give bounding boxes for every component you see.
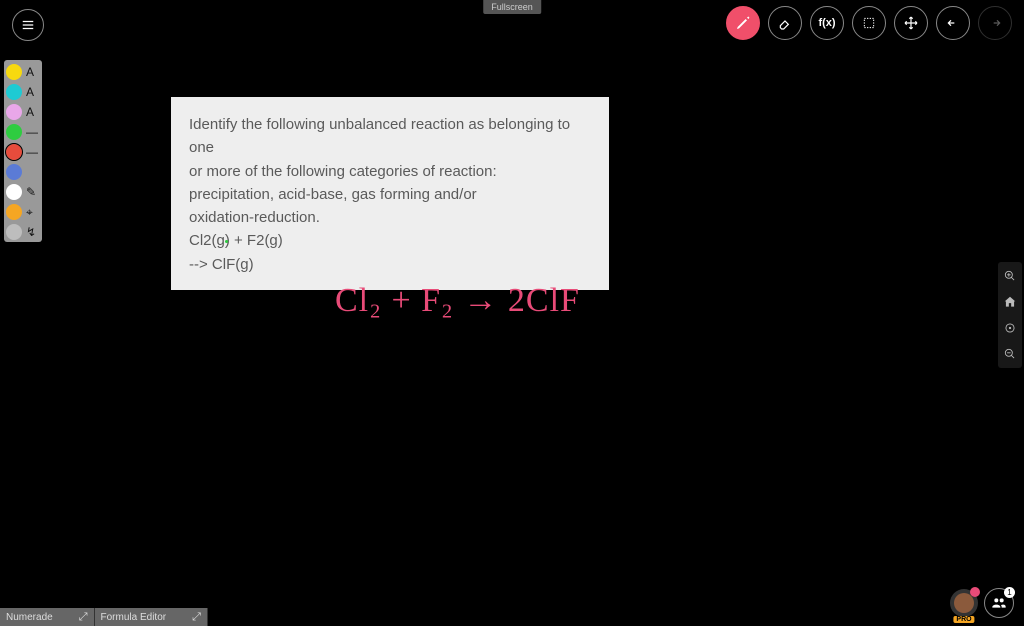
select-tool[interactable] xyxy=(852,6,886,40)
eraser-icon xyxy=(777,15,793,31)
function-tool[interactable]: f(x) xyxy=(810,6,844,40)
palette-label: ↯ xyxy=(26,226,36,238)
expand-icon: ⤢ xyxy=(192,611,201,624)
home-button[interactable] xyxy=(1000,292,1020,312)
pro-badge: PRO xyxy=(953,616,974,623)
target-icon xyxy=(1003,321,1017,335)
question-line: Identify the following unbalanced reacti… xyxy=(189,113,591,160)
color-swatch xyxy=(6,204,22,220)
palette-color-2[interactable]: A xyxy=(4,102,42,122)
undo-button[interactable] xyxy=(936,6,970,40)
palette-label: A xyxy=(26,106,34,118)
zoom-out-button[interactable] xyxy=(1000,344,1020,364)
palette-label: — xyxy=(26,126,38,138)
zoom-in-icon xyxy=(1003,269,1017,283)
palette-color-0[interactable]: A xyxy=(4,62,42,82)
palette-label: A xyxy=(26,86,34,98)
palette-color-3[interactable]: — xyxy=(4,122,42,142)
color-swatch xyxy=(6,124,22,140)
color-swatch xyxy=(6,64,22,80)
select-icon xyxy=(861,15,877,31)
palette-label: — xyxy=(26,146,38,158)
question-line: oxidation-reduction. xyxy=(189,206,591,229)
home-icon xyxy=(1003,295,1017,309)
palette-color-7[interactable]: ⌖ xyxy=(4,202,42,222)
bottom-tab-numerade[interactable]: Numerade ⤢ xyxy=(0,608,95,626)
bottom-tab-formula-editor[interactable]: Formula Editor ⤢ xyxy=(95,608,208,626)
undo-icon xyxy=(945,15,961,31)
palette-color-5[interactable] xyxy=(4,162,42,182)
color-swatch xyxy=(6,84,22,100)
palette-label: ✎ xyxy=(26,186,36,198)
palette-label: A xyxy=(26,66,34,78)
palette-color-1[interactable]: A xyxy=(4,82,42,102)
bottom-bar: Numerade ⤢ Formula Editor ⤢ xyxy=(0,608,208,626)
cursor-dot xyxy=(225,240,228,243)
handwritten-equation: Cl₂ + F₂ → 2ClF xyxy=(335,282,580,320)
expand-icon: ⤢ xyxy=(79,611,88,624)
color-swatch xyxy=(6,144,22,160)
zoom-out-icon xyxy=(1003,347,1017,361)
redo-button xyxy=(978,6,1012,40)
top-tools: f(x) xyxy=(726,6,1012,40)
target-button[interactable] xyxy=(1000,318,1020,338)
palette-color-4[interactable]: — xyxy=(4,142,42,162)
right-side-tools xyxy=(998,262,1022,368)
hamburger-icon xyxy=(21,18,35,32)
color-swatch xyxy=(6,184,22,200)
color-swatch xyxy=(6,164,22,180)
question-line: --> ClF(g) xyxy=(189,253,591,276)
user-avatar[interactable]: PRO xyxy=(950,589,978,617)
pencil-icon xyxy=(735,15,751,31)
palette-color-8[interactable]: ↯ xyxy=(4,222,42,242)
palette-color-6[interactable]: ✎ xyxy=(4,182,42,202)
participants-button[interactable]: 1 xyxy=(984,588,1014,618)
eraser-tool[interactable] xyxy=(768,6,802,40)
participant-count: 1 xyxy=(1004,587,1015,598)
question-card: Identify the following unbalanced reacti… xyxy=(171,97,609,290)
question-line: precipitation, acid-base, gas forming an… xyxy=(189,183,591,206)
pencil-tool[interactable] xyxy=(726,6,760,40)
color-palette: AAA——✎⌖↯ xyxy=(4,60,42,242)
move-icon xyxy=(903,15,919,31)
people-icon xyxy=(991,595,1007,611)
palette-label: ⌖ xyxy=(26,206,33,218)
zoom-in-button[interactable] xyxy=(1000,266,1020,286)
move-tool[interactable] xyxy=(894,6,928,40)
redo-icon xyxy=(987,15,1003,31)
menu-button[interactable] xyxy=(12,9,44,41)
color-swatch xyxy=(6,104,22,120)
collab-area: PRO 1 xyxy=(950,588,1014,618)
question-line: Cl2(g) + F2(g) xyxy=(189,229,591,252)
tab-label: Formula Editor xyxy=(101,612,167,623)
tab-label: Numerade xyxy=(6,612,53,623)
question-line: or more of the following categories of r… xyxy=(189,160,591,183)
fx-icon: f(x) xyxy=(818,17,835,29)
notification-dot xyxy=(970,587,980,597)
color-swatch xyxy=(6,224,22,240)
